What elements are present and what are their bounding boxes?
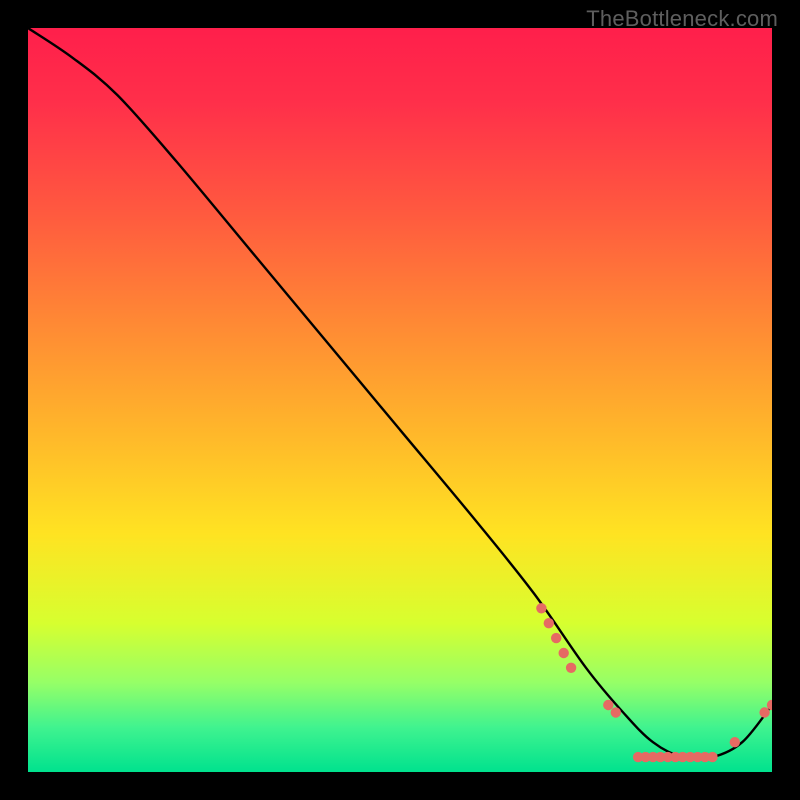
curve-marker xyxy=(551,633,561,643)
curve-marker xyxy=(566,663,576,673)
curve-marker xyxy=(603,700,613,710)
curve-marker xyxy=(759,707,769,717)
plot-area xyxy=(28,28,772,772)
bottleneck-curve-line xyxy=(28,28,772,759)
curve-marker xyxy=(559,648,569,658)
chart-svg xyxy=(28,28,772,772)
curve-marker xyxy=(611,707,621,717)
chart-frame: TheBottleneck.com xyxy=(0,0,800,800)
curve-markers xyxy=(536,603,772,762)
curve-marker xyxy=(544,618,554,628)
curve-marker xyxy=(730,737,740,747)
curve-marker xyxy=(707,752,717,762)
curve-marker xyxy=(536,603,546,613)
